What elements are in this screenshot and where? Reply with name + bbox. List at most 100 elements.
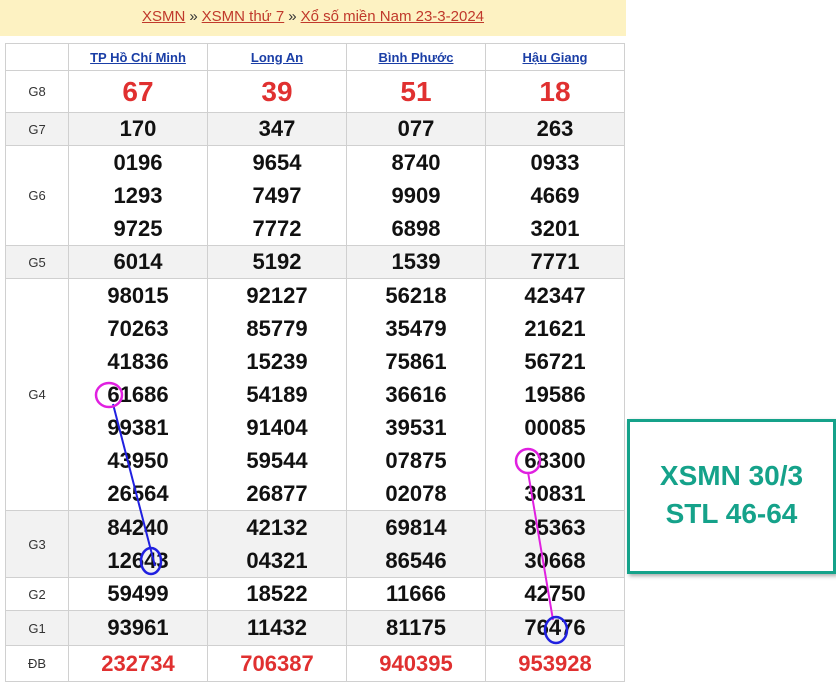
g4-value: 41836	[107, 349, 169, 374]
g3-value: 69814	[385, 515, 447, 540]
g3-cell: 84240 12643	[68, 510, 208, 578]
g4-value: 26877	[246, 481, 308, 506]
prize-label: G8	[5, 70, 69, 113]
g6-cell: 9654 7497 7772	[207, 145, 347, 246]
g3-cell: 42132 04321	[207, 510, 347, 578]
g4-value: 85779	[246, 316, 308, 341]
g4-cell: 42347 21621 56721 19586 00085 68300 3083…	[485, 278, 625, 511]
g6-value: 3201	[530, 216, 580, 241]
g6-value: 9654	[252, 150, 302, 175]
g4-value: 70263	[107, 316, 169, 341]
g1-value: 11432	[207, 610, 347, 646]
callout-line-2: STL 46-64	[665, 498, 798, 529]
g7-value: 077	[346, 112, 486, 146]
db-value: 940395	[346, 645, 486, 682]
g4-value: 91404	[246, 415, 308, 440]
g1-value: 93961	[68, 610, 208, 646]
g6-value: 7497	[252, 183, 302, 208]
g2-value: 42750	[485, 577, 625, 611]
g4-value: 75861	[385, 349, 447, 374]
g6-cell: 0933 4669 3201	[485, 145, 625, 246]
g5-value: 6014	[68, 245, 208, 279]
g4-value: 39531	[385, 415, 447, 440]
province-hcm[interactable]: TP Hồ Chí Minh	[68, 43, 208, 71]
province-hau-giang[interactable]: Hậu Giang	[485, 43, 625, 71]
row-g7: G7 170 347 077 263	[5, 112, 625, 146]
row-g1: G1 93961 11432 81175 76476	[5, 610, 625, 646]
g6-value: 9909	[391, 183, 441, 208]
g3-value: 84240	[107, 515, 169, 540]
g4-value: 00085	[524, 415, 586, 440]
g4-value: 61686	[107, 382, 169, 407]
row-g4: G4 98015 70263 41836 61686 99381 43950 2…	[5, 278, 625, 511]
g8-value: 51	[346, 70, 486, 113]
g3-value: 42132	[246, 515, 308, 540]
g6-value: 7772	[252, 216, 302, 241]
db-value: 232734	[68, 645, 208, 682]
prize-label: G7	[5, 112, 69, 146]
g3-cell: 69814 86546	[346, 510, 486, 578]
g3-value: 86546	[385, 548, 447, 573]
g6-value: 6898	[391, 216, 441, 241]
row-g5: G5 6014 5192 1539 7771	[5, 245, 625, 279]
province-binh-phuoc[interactable]: Bình Phước	[346, 43, 486, 71]
g4-cell: 98015 70263 41836 61686 99381 43950 2656…	[68, 278, 208, 511]
row-g6: G6 0196 1293 9725 9654 7497 7772 8740 99…	[5, 145, 625, 246]
g4-cell: 56218 35479 75861 36616 39531 07875 0207…	[346, 278, 486, 511]
row-g8: G8 67 39 51 18	[5, 70, 625, 113]
g6-value: 1293	[113, 183, 163, 208]
prize-label: G6	[5, 145, 69, 246]
g8-value: 18	[485, 70, 625, 113]
breadcrumb-date[interactable]: Xổ số miền Nam 23-3-2024	[301, 8, 484, 25]
prize-label: G5	[5, 245, 69, 279]
g4-value: 02078	[385, 481, 447, 506]
prize-label: G4	[5, 278, 69, 511]
prize-label: G1	[5, 610, 69, 646]
g8-value: 67	[68, 70, 208, 113]
g4-value: 07875	[385, 448, 447, 473]
g2-value: 11666	[346, 577, 486, 611]
g4-value: 68300	[524, 448, 586, 473]
g7-value: 170	[68, 112, 208, 146]
g1-value: 76476	[485, 610, 625, 646]
g4-value: 92127	[246, 283, 308, 308]
results-table: TP Hồ Chí Minh Long An Bình Phước Hậu Gi…	[5, 43, 625, 682]
prize-label: ĐB	[5, 645, 69, 682]
prize-label: G3	[5, 510, 69, 578]
g4-value: 30831	[524, 481, 586, 506]
g4-value: 99381	[107, 415, 169, 440]
db-value: 953928	[485, 645, 625, 682]
g4-value: 19586	[524, 382, 586, 407]
prize-label: G2	[5, 577, 69, 611]
g6-value: 8740	[391, 150, 441, 175]
breadcrumb-separator: »	[288, 8, 297, 25]
db-value: 706387	[207, 645, 347, 682]
g4-value: 59544	[246, 448, 308, 473]
g4-value: 56721	[524, 349, 586, 374]
g5-value: 1539	[346, 245, 486, 279]
g4-value: 21621	[524, 316, 586, 341]
g8-value: 39	[207, 70, 347, 113]
g2-value: 18522	[207, 577, 347, 611]
g2-value: 59499	[68, 577, 208, 611]
breadcrumb: XSMN» XSMN thứ 7» Xổ số miền Nam 23-3-2024	[0, 0, 626, 36]
breadcrumb-separator: »	[189, 8, 198, 25]
g6-value: 4669	[530, 183, 580, 208]
g4-value: 56218	[385, 283, 447, 308]
row-db: ĐB 232734 706387 940395 953928	[5, 645, 625, 682]
breadcrumb-xsmn-thu7[interactable]: XSMN thứ 7	[202, 8, 285, 25]
g3-value: 12643	[107, 548, 169, 573]
g3-cell: 85363 30668	[485, 510, 625, 578]
g4-value: 54189	[246, 382, 308, 407]
province-long-an[interactable]: Long An	[207, 43, 347, 71]
g6-cell: 8740 9909 6898	[346, 145, 486, 246]
g5-value: 5192	[207, 245, 347, 279]
g4-value: 26564	[107, 481, 169, 506]
g4-cell: 92127 85779 15239 54189 91404 59544 2687…	[207, 278, 347, 511]
g4-value: 35479	[385, 316, 447, 341]
g6-value: 0196	[113, 150, 163, 175]
breadcrumb-xsmn[interactable]: XSMN	[142, 8, 185, 25]
g6-value: 0933	[530, 150, 580, 175]
g4-value: 15239	[246, 349, 308, 374]
g7-value: 263	[485, 112, 625, 146]
